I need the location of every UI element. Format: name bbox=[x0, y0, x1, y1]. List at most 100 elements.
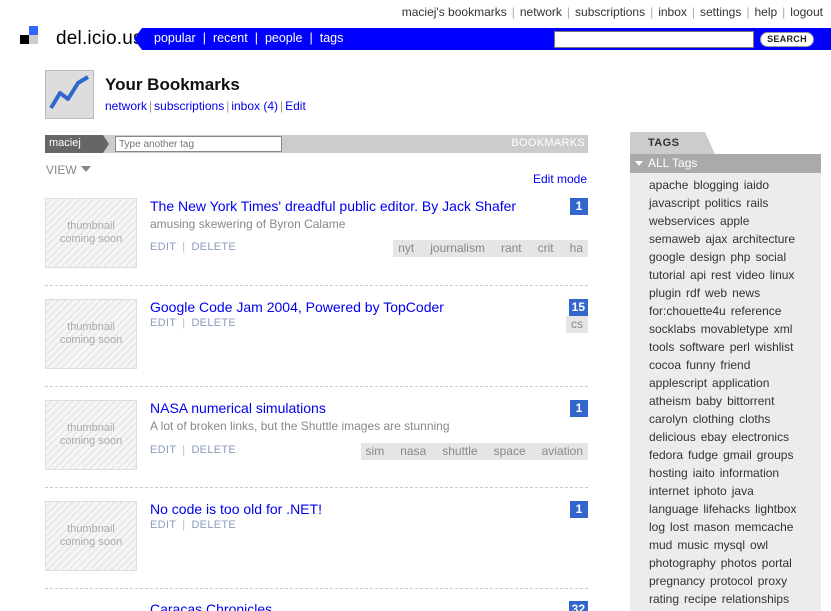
tag-cloud-link[interactable]: pregnancy bbox=[649, 574, 705, 588]
tag-cloud-link[interactable]: bittorrent bbox=[727, 394, 774, 408]
tag-link[interactable]: sim bbox=[366, 444, 385, 458]
tag-cloud-link[interactable]: fedora bbox=[649, 448, 683, 462]
tag-cloud-link[interactable]: protocol bbox=[710, 574, 753, 588]
tag-cloud-link[interactable]: lost bbox=[670, 520, 689, 534]
view-dropdown[interactable]: VIEW bbox=[46, 163, 91, 177]
search-input[interactable] bbox=[554, 31, 754, 48]
delete-button[interactable]: DELETE bbox=[191, 444, 236, 456]
user-tag-chip[interactable]: maciej bbox=[45, 135, 109, 153]
tag-cloud-link[interactable]: internet bbox=[649, 484, 689, 498]
tag-cloud-link[interactable]: lightbox bbox=[755, 502, 796, 516]
tag-cloud-link[interactable]: design bbox=[690, 250, 725, 264]
tag-cloud-link[interactable]: language bbox=[649, 502, 698, 516]
tag-cloud-link[interactable]: tools bbox=[649, 340, 674, 354]
bookmark-title-link[interactable]: Caracas Chronicles bbox=[150, 601, 272, 611]
tag-cloud-link[interactable]: delicious bbox=[649, 430, 696, 444]
tag-cloud-link[interactable]: php bbox=[730, 250, 750, 264]
subnav-network[interactable]: network bbox=[105, 99, 147, 113]
tag-cloud-link[interactable]: reference bbox=[731, 304, 782, 318]
tag-cloud-link[interactable]: atheism bbox=[649, 394, 691, 408]
delete-button[interactable]: DELETE bbox=[191, 241, 236, 253]
tag-cloud-link[interactable]: funny bbox=[686, 358, 715, 372]
tag-cloud-link[interactable]: rdf bbox=[686, 286, 700, 300]
tag-cloud-link[interactable]: tutorial bbox=[649, 268, 685, 282]
tag-cloud-link[interactable]: perl bbox=[730, 340, 750, 354]
tag-link[interactable]: nyt bbox=[398, 241, 414, 255]
tag-cloud-link[interactable]: software bbox=[679, 340, 724, 354]
tag-cloud-link[interactable]: iaido bbox=[744, 178, 769, 192]
tag-cloud-link[interactable]: mason bbox=[694, 520, 730, 534]
tag-cloud-link[interactable]: social bbox=[755, 250, 786, 264]
top-link-help[interactable]: help bbox=[754, 5, 777, 19]
tag-cloud-link[interactable]: mud bbox=[649, 538, 672, 552]
tag-input[interactable] bbox=[115, 136, 282, 152]
tag-cloud-link[interactable]: baby bbox=[696, 394, 722, 408]
tag-cloud-link[interactable]: lifehacks bbox=[703, 502, 750, 516]
tag-cloud-link[interactable]: video bbox=[736, 268, 765, 282]
tag-cloud-link[interactable]: google bbox=[649, 250, 685, 264]
tag-cloud-link[interactable]: news bbox=[732, 286, 760, 300]
tag-cloud-link[interactable]: portal bbox=[762, 556, 792, 570]
tag-cloud-link[interactable]: information bbox=[720, 466, 779, 480]
tag-cloud-link[interactable]: blogging bbox=[693, 178, 738, 192]
nav-tags[interactable]: tags bbox=[320, 31, 344, 45]
tag-cloud-link[interactable]: memcache bbox=[735, 520, 794, 534]
tag-cloud-link[interactable]: owl bbox=[750, 538, 768, 552]
tag-cloud-link[interactable]: iphoto bbox=[694, 484, 727, 498]
tag-cloud-link[interactable]: friend bbox=[720, 358, 750, 372]
save-count-badge[interactable]: 1 bbox=[570, 400, 588, 417]
subnav-edit[interactable]: Edit bbox=[285, 99, 306, 113]
tag-cloud-link[interactable]: plugin bbox=[649, 286, 681, 300]
tag-link[interactable]: ha bbox=[570, 241, 583, 255]
tag-cloud-link[interactable]: applescript bbox=[649, 376, 707, 390]
bookmark-title-link[interactable]: The New York Times' dreadful public edit… bbox=[150, 198, 516, 214]
tag-cloud-link[interactable]: java bbox=[732, 484, 754, 498]
tag-link[interactable]: nasa bbox=[400, 444, 426, 458]
tag-cloud-link[interactable]: gmail bbox=[723, 448, 752, 462]
top-link-inbox[interactable]: inbox bbox=[658, 5, 687, 19]
tag-cloud-link[interactable]: rails bbox=[746, 196, 768, 210]
tag-link[interactable]: space bbox=[494, 444, 526, 458]
tag-cloud-link[interactable]: webservices bbox=[649, 214, 715, 228]
edit-button[interactable]: EDIT bbox=[150, 444, 176, 456]
tag-cloud-link[interactable]: javascript bbox=[649, 196, 700, 210]
tag-cloud-link[interactable]: apple bbox=[720, 214, 749, 228]
search-button[interactable]: SEARCH bbox=[760, 32, 814, 47]
tag-link[interactable]: aviation bbox=[542, 444, 583, 458]
tag-cloud-link[interactable]: clothing bbox=[693, 412, 734, 426]
tag-cloud-link[interactable]: application bbox=[712, 376, 769, 390]
tag-cloud-link[interactable]: hosting bbox=[649, 466, 688, 480]
subnav-inbox[interactable]: inbox (4) bbox=[231, 99, 278, 113]
delete-button[interactable]: DELETE bbox=[191, 317, 236, 329]
tag-cloud-link[interactable]: mysql bbox=[714, 538, 745, 552]
tag-cloud-link[interactable]: cloths bbox=[739, 412, 770, 426]
tag-link[interactable]: journalism bbox=[430, 241, 485, 255]
tag-cloud-link[interactable]: groups bbox=[757, 448, 794, 462]
save-count-badge[interactable]: 1 bbox=[570, 501, 588, 518]
edit-button[interactable]: EDIT bbox=[150, 317, 176, 329]
tag-cloud-link[interactable]: log bbox=[649, 520, 665, 534]
tag-cloud-link[interactable]: rating bbox=[649, 592, 679, 606]
tag-cloud-link[interactable]: web bbox=[705, 286, 727, 300]
tag-cloud-link[interactable]: photos bbox=[721, 556, 757, 570]
tag-cloud-link[interactable]: photography bbox=[649, 556, 716, 570]
tag-cloud-link[interactable]: ajax bbox=[705, 232, 727, 246]
site-name[interactable]: del.icio.us bbox=[56, 28, 143, 50]
edit-mode-link[interactable]: Edit mode bbox=[533, 172, 587, 186]
tag-cloud-link[interactable]: recipe bbox=[684, 592, 717, 606]
nav-recent[interactable]: recent bbox=[213, 31, 248, 45]
tag-cloud-link[interactable]: relationships bbox=[722, 592, 789, 606]
bookmark-title-link[interactable]: Google Code Jam 2004, Powered by TopCode… bbox=[150, 299, 444, 315]
tag-cloud-link[interactable]: ebay bbox=[701, 430, 727, 444]
tag-cloud-link[interactable]: iaito bbox=[693, 466, 715, 480]
tag-cloud-link[interactable]: socklabs bbox=[649, 322, 696, 336]
tag-cloud-link[interactable]: electronics bbox=[732, 430, 789, 444]
tag-cloud-link[interactable]: xml bbox=[774, 322, 793, 336]
tag-cloud-link[interactable]: apache bbox=[649, 178, 688, 192]
top-link-network[interactable]: network bbox=[520, 5, 562, 19]
save-count-badge[interactable]: 32 bbox=[568, 601, 588, 611]
nav-popular[interactable]: popular bbox=[154, 31, 196, 45]
bookmark-title-link[interactable]: No code is too old for .NET! bbox=[150, 501, 322, 517]
save-count-badge[interactable]: 1 bbox=[570, 198, 588, 215]
tag-link[interactable]: shuttle bbox=[442, 444, 477, 458]
